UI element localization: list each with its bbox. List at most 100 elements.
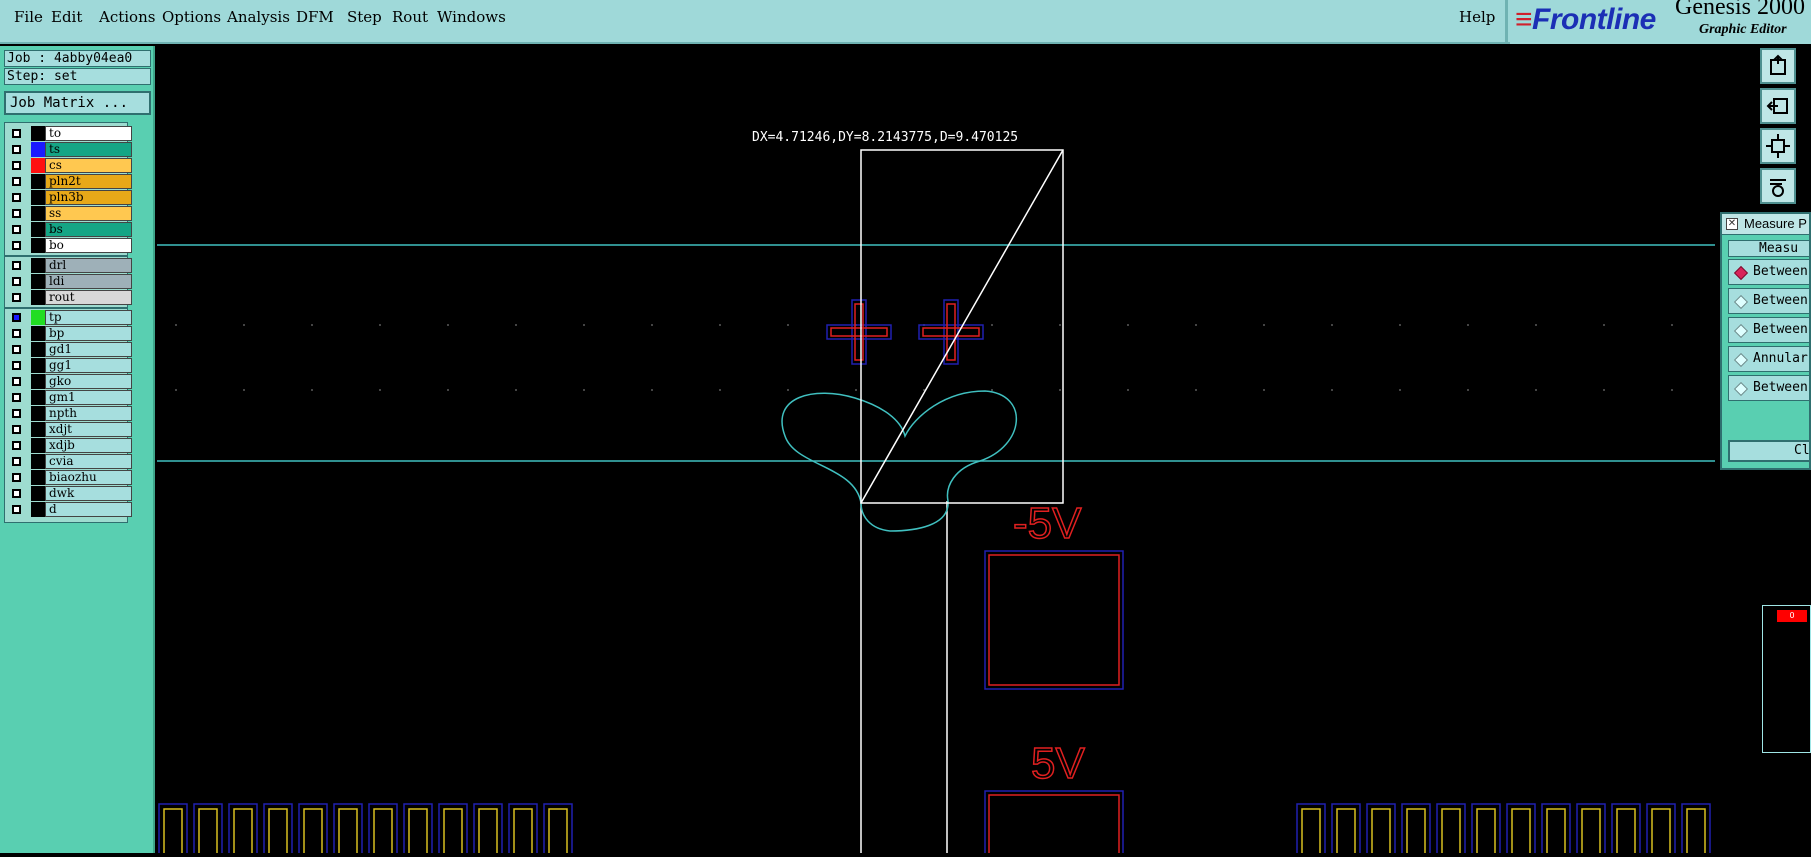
layer-color-swatch[interactable] bbox=[31, 326, 45, 341]
layer-checkbox[interactable] bbox=[12, 361, 21, 370]
menu-file[interactable]: File bbox=[14, 8, 43, 26]
layer-name[interactable]: dwk bbox=[45, 486, 132, 501]
layer-row-d[interactable]: d bbox=[9, 502, 132, 517]
layer-checkbox[interactable] bbox=[12, 145, 21, 154]
layer-row-xdjt[interactable]: xdjt bbox=[9, 422, 132, 437]
layer-checkbox[interactable] bbox=[12, 377, 21, 386]
layer-checkbox[interactable] bbox=[12, 489, 21, 498]
measure-option-between-4[interactable]: Between bbox=[1728, 375, 1809, 401]
layer-row-npth[interactable]: npth bbox=[9, 406, 132, 421]
layer-color-swatch[interactable] bbox=[31, 310, 45, 325]
layer-checkbox[interactable] bbox=[12, 425, 21, 434]
close-icon[interactable]: ✕ bbox=[1726, 218, 1738, 230]
menu-rout[interactable]: Rout bbox=[392, 8, 428, 26]
layer-checkbox[interactable] bbox=[12, 409, 21, 418]
layer-name[interactable]: gd1 bbox=[45, 342, 132, 357]
tool-settings-button[interactable] bbox=[1760, 168, 1796, 204]
layer-color-swatch[interactable] bbox=[31, 470, 45, 485]
layer-row-bp[interactable]: bp bbox=[9, 326, 132, 341]
layer-row-pln3b[interactable]: pln3b bbox=[9, 190, 132, 205]
overview-window[interactable]: 0 bbox=[1762, 605, 1811, 753]
layer-name[interactable]: drl bbox=[45, 258, 132, 273]
layer-color-swatch[interactable] bbox=[31, 342, 45, 357]
layer-checkbox[interactable] bbox=[12, 225, 21, 234]
layer-color-swatch[interactable] bbox=[31, 438, 45, 453]
layer-checkbox[interactable] bbox=[12, 209, 21, 218]
layer-row-gm1[interactable]: gm1 bbox=[9, 390, 132, 405]
measure-option-between-1[interactable]: Between bbox=[1728, 259, 1809, 285]
layer-color-swatch[interactable] bbox=[31, 158, 45, 173]
menu-dfm[interactable]: DFM bbox=[296, 8, 334, 26]
layer-color-swatch[interactable] bbox=[31, 406, 45, 421]
layer-row-ss[interactable]: ss bbox=[9, 206, 132, 221]
job-matrix-button[interactable]: Job Matrix ... bbox=[4, 91, 151, 115]
zoom-back-button[interactable] bbox=[1760, 88, 1796, 124]
layer-row-bo[interactable]: bo bbox=[9, 238, 132, 253]
layer-name[interactable]: gko bbox=[45, 374, 132, 389]
layer-name[interactable]: pln3b bbox=[45, 190, 132, 205]
layer-color-swatch[interactable] bbox=[31, 206, 45, 221]
menu-help[interactable]: Help bbox=[1459, 8, 1495, 26]
graphic-canvas[interactable]: -5V 5V DX=4.71246,DY=8.2143775,D=9.47012… bbox=[155, 46, 1755, 857]
layer-row-xdjb[interactable]: xdjb bbox=[9, 438, 132, 453]
zoom-fit-button[interactable] bbox=[1760, 128, 1796, 164]
layer-color-swatch[interactable] bbox=[31, 486, 45, 501]
layer-row-ldi[interactable]: ldi bbox=[9, 274, 132, 289]
layer-checkbox[interactable] bbox=[12, 457, 21, 466]
layer-color-swatch[interactable] bbox=[31, 290, 45, 305]
layer-name[interactable]: xdjt bbox=[45, 422, 132, 437]
layer-checkbox[interactable] bbox=[12, 129, 21, 138]
measure-option-between-3[interactable]: Between bbox=[1728, 317, 1809, 343]
layer-row-to[interactable]: to bbox=[9, 126, 132, 141]
layer-color-swatch[interactable] bbox=[31, 422, 45, 437]
layer-name[interactable]: gm1 bbox=[45, 390, 132, 405]
layer-checkbox[interactable] bbox=[12, 505, 21, 514]
layer-color-swatch[interactable] bbox=[31, 190, 45, 205]
layer-checkbox[interactable] bbox=[12, 393, 21, 402]
layer-checkbox[interactable] bbox=[12, 329, 21, 338]
menu-options[interactable]: Options bbox=[162, 8, 221, 26]
layer-checkbox[interactable] bbox=[12, 161, 21, 170]
layer-row-gg1[interactable]: gg1 bbox=[9, 358, 132, 373]
layer-name[interactable]: bs bbox=[45, 222, 132, 237]
layer-name[interactable]: npth bbox=[45, 406, 132, 421]
layer-name[interactable]: xdjb bbox=[45, 438, 132, 453]
layer-checkbox[interactable] bbox=[12, 277, 21, 286]
layer-name[interactable]: cvia bbox=[45, 454, 132, 469]
layer-row-pln2t[interactable]: pln2t bbox=[9, 174, 132, 189]
menu-actions[interactable]: Actions bbox=[99, 8, 155, 26]
layer-row-dwk[interactable]: dwk bbox=[9, 486, 132, 501]
layer-row-gd1[interactable]: gd1 bbox=[9, 342, 132, 357]
layer-checkbox[interactable] bbox=[12, 261, 21, 270]
layer-row-cvia[interactable]: cvia bbox=[9, 454, 132, 469]
layer-name[interactable]: d bbox=[45, 502, 132, 517]
layer-checkbox[interactable] bbox=[12, 241, 21, 250]
menu-edit[interactable]: Edit bbox=[51, 8, 82, 26]
measure-titlebar[interactable]: ✕ Measure P bbox=[1722, 214, 1809, 235]
layer-name[interactable]: tp bbox=[45, 310, 132, 325]
board-drawing[interactable]: -5V 5V bbox=[155, 46, 1755, 857]
layer-name[interactable]: ts bbox=[45, 142, 132, 157]
layer-checkbox[interactable] bbox=[12, 473, 21, 482]
layer-row-bs[interactable]: bs bbox=[9, 222, 132, 237]
layer-row-tp[interactable]: tp bbox=[9, 310, 132, 325]
layer-color-swatch[interactable] bbox=[31, 174, 45, 189]
layer-name[interactable]: to bbox=[45, 126, 132, 141]
layer-color-swatch[interactable] bbox=[31, 502, 45, 517]
layer-name[interactable]: cs bbox=[45, 158, 132, 173]
layer-name[interactable]: pln2t bbox=[45, 174, 132, 189]
layer-row-cs[interactable]: cs bbox=[9, 158, 132, 173]
layer-color-swatch[interactable] bbox=[31, 274, 45, 289]
layer-name[interactable]: rout bbox=[45, 290, 132, 305]
layer-color-swatch[interactable] bbox=[31, 222, 45, 237]
layer-color-swatch[interactable] bbox=[31, 454, 45, 469]
layer-color-swatch[interactable] bbox=[31, 238, 45, 253]
layer-checkbox[interactable] bbox=[12, 313, 21, 322]
layer-color-swatch[interactable] bbox=[31, 358, 45, 373]
layer-name[interactable]: bp bbox=[45, 326, 132, 341]
layer-color-swatch[interactable] bbox=[31, 390, 45, 405]
layer-checkbox[interactable] bbox=[12, 345, 21, 354]
layer-checkbox[interactable] bbox=[12, 293, 21, 302]
zoom-home-button[interactable] bbox=[1760, 48, 1796, 84]
layer-name[interactable]: biaozhu bbox=[45, 470, 132, 485]
